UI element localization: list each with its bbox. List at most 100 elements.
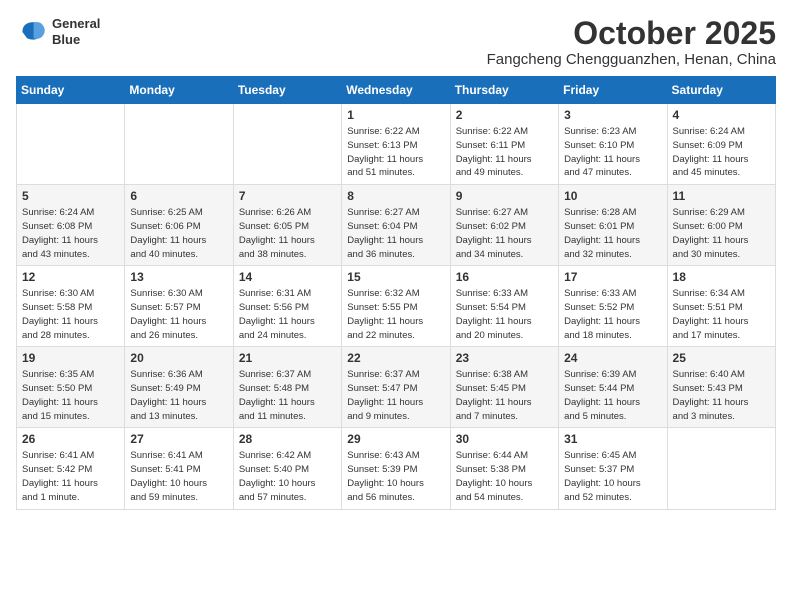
calendar-table: SundayMondayTuesdayWednesdayThursdayFrid…	[16, 76, 776, 509]
location-title: Fangcheng Chengguanzhen, Henan, China	[487, 51, 776, 68]
day-number: 15	[347, 270, 444, 284]
day-number: 17	[564, 270, 661, 284]
calendar-day-cell: 25Sunrise: 6:40 AMSunset: 5:43 PMDayligh…	[667, 347, 775, 428]
calendar-day-cell	[17, 104, 125, 185]
page-header: General Blue October 2025 Fangcheng Chen…	[16, 16, 776, 68]
day-number: 26	[22, 432, 119, 446]
day-number: 11	[673, 189, 770, 203]
calendar-week-row: 26 Sunrise: 6:41 AMSunset: 5:42 PMDayligh…	[17, 428, 776, 509]
day-number: 2	[456, 108, 553, 122]
calendar-week-row: 1Sunrise: 6:22 AMSunset: 6:13 PMDaylight…	[17, 104, 776, 185]
day-info: Sunrise: 6:31 AMSunset: 5:56 PMDaylight:…	[239, 287, 336, 342]
day-info: Sunrise: 6:35 AMSunset: 5:50 PMDaylight:…	[22, 368, 119, 423]
day-info: Sunrise: 6:34 AMSunset: 5:51 PMDaylight:…	[673, 287, 770, 342]
day-number: 20	[130, 351, 227, 365]
calendar-day-cell: 26 Sunrise: 6:41 AMSunset: 5:42 PMDayligh…	[17, 428, 125, 509]
day-number: 28	[239, 432, 336, 446]
calendar-day-cell: 10 Sunrise: 6:28 AMSunset: 6:01 PMDayligh…	[559, 185, 667, 266]
calendar-day-cell: 21 Sunrise: 6:37 AMSunset: 5:48 PMDayligh…	[233, 347, 341, 428]
day-info: Sunrise: 6:38 AMSunset: 5:45 PMDaylight:…	[456, 368, 553, 423]
day-number: 30	[456, 432, 553, 446]
day-info: Sunrise: 6:37 AMSunset: 5:48 PMDaylight:…	[239, 368, 336, 423]
calendar-day-cell: 6 Sunrise: 6:25 AMSunset: 6:06 PMDaylight…	[125, 185, 233, 266]
day-info: Sunrise: 6:39 AMSunset: 5:44 PMDaylight:…	[564, 368, 661, 423]
day-number: 29	[347, 432, 444, 446]
day-number: 4	[673, 108, 770, 122]
calendar-day-cell: 8Sunrise: 6:27 AMSunset: 6:04 PMDaylight…	[342, 185, 450, 266]
calendar-day-cell: 29 Sunrise: 6:43 AMSunset: 5:39 PMDayligh…	[342, 428, 450, 509]
day-number: 21	[239, 351, 336, 365]
weekday-header-cell: Monday	[125, 77, 233, 104]
calendar-day-cell	[233, 104, 341, 185]
calendar-day-cell: 7 Sunrise: 6:26 AMSunset: 6:05 PMDaylight…	[233, 185, 341, 266]
calendar-day-cell: 4 Sunrise: 6:24 AMSunset: 6:09 PMDaylight…	[667, 104, 775, 185]
day-info: Sunrise: 6:27 AMSunset: 6:02 PMDaylight:…	[456, 206, 553, 261]
weekday-header-cell: Friday	[559, 77, 667, 104]
calendar-week-row: 12 Sunrise: 6:30 AMSunset: 5:58 PMDayligh…	[17, 266, 776, 347]
calendar-day-cell: 28 Sunrise: 6:42 AMSunset: 5:40 PMDayligh…	[233, 428, 341, 509]
day-number: 14	[239, 270, 336, 284]
day-info: Sunrise: 6:25 AMSunset: 6:06 PMDaylight:…	[130, 206, 227, 261]
day-number: 5	[22, 189, 119, 203]
day-number: 6	[130, 189, 227, 203]
month-title: October 2025	[487, 16, 776, 51]
logo-text: General Blue	[52, 16, 100, 47]
day-number: 10	[564, 189, 661, 203]
day-info: Sunrise: 6:22 AMSunset: 6:13 PMDaylight:…	[347, 125, 444, 180]
day-info: Sunrise: 6:33 AMSunset: 5:54 PMDaylight:…	[456, 287, 553, 342]
calendar-day-cell: 20 Sunrise: 6:36 AMSunset: 5:49 PMDayligh…	[125, 347, 233, 428]
day-info: Sunrise: 6:37 AMSunset: 5:47 PMDaylight:…	[347, 368, 444, 423]
day-number: 27	[130, 432, 227, 446]
calendar-day-cell: 18Sunrise: 6:34 AMSunset: 5:51 PMDayligh…	[667, 266, 775, 347]
calendar-week-row: 5 Sunrise: 6:24 AMSunset: 6:08 PMDaylight…	[17, 185, 776, 266]
day-info: Sunrise: 6:28 AMSunset: 6:01 PMDaylight:…	[564, 206, 661, 261]
day-number: 31	[564, 432, 661, 446]
day-number: 16	[456, 270, 553, 284]
day-info: Sunrise: 6:33 AMSunset: 5:52 PMDaylight:…	[564, 287, 661, 342]
weekday-header-cell: Saturday	[667, 77, 775, 104]
day-number: 9	[456, 189, 553, 203]
calendar-day-cell: 5 Sunrise: 6:24 AMSunset: 6:08 PMDaylight…	[17, 185, 125, 266]
day-number: 13	[130, 270, 227, 284]
calendar-day-cell: 9 Sunrise: 6:27 AMSunset: 6:02 PMDaylight…	[450, 185, 558, 266]
day-info: Sunrise: 6:24 AMSunset: 6:09 PMDaylight:…	[673, 125, 770, 180]
calendar-week-row: 19Sunrise: 6:35 AMSunset: 5:50 PMDayligh…	[17, 347, 776, 428]
title-block: October 2025 Fangcheng Chengguanzhen, He…	[487, 16, 776, 68]
day-info: Sunrise: 6:30 AMSunset: 5:58 PMDaylight:…	[22, 287, 119, 342]
day-info: Sunrise: 6:41 AMSunset: 5:41 PMDaylight:…	[130, 449, 227, 504]
day-number: 8	[347, 189, 444, 203]
day-info: Sunrise: 6:23 AMSunset: 6:10 PMDaylight:…	[564, 125, 661, 180]
day-info: Sunrise: 6:36 AMSunset: 5:49 PMDaylight:…	[130, 368, 227, 423]
weekday-header-cell: Wednesday	[342, 77, 450, 104]
day-info: Sunrise: 6:32 AMSunset: 5:55 PMDaylight:…	[347, 287, 444, 342]
calendar-day-cell	[125, 104, 233, 185]
calendar-day-cell: 15 Sunrise: 6:32 AMSunset: 5:55 PMDayligh…	[342, 266, 450, 347]
calendar-day-cell: 30 Sunrise: 6:44 AMSunset: 5:38 PMDayligh…	[450, 428, 558, 509]
day-number: 24	[564, 351, 661, 365]
day-info: Sunrise: 6:44 AMSunset: 5:38 PMDaylight:…	[456, 449, 553, 504]
calendar-day-cell: 2 Sunrise: 6:22 AMSunset: 6:11 PMDaylight…	[450, 104, 558, 185]
calendar-day-cell: 11Sunrise: 6:29 AMSunset: 6:00 PMDayligh…	[667, 185, 775, 266]
weekday-header-cell: Sunday	[17, 77, 125, 104]
calendar-day-cell: 12 Sunrise: 6:30 AMSunset: 5:58 PMDayligh…	[17, 266, 125, 347]
weekday-header-cell: Tuesday	[233, 77, 341, 104]
day-info: Sunrise: 6:42 AMSunset: 5:40 PMDaylight:…	[239, 449, 336, 504]
calendar-day-cell: 24 Sunrise: 6:39 AMSunset: 5:44 PMDayligh…	[559, 347, 667, 428]
calendar-day-cell: 1Sunrise: 6:22 AMSunset: 6:13 PMDaylight…	[342, 104, 450, 185]
logo: General Blue	[16, 16, 100, 48]
day-info: Sunrise: 6:45 AMSunset: 5:37 PMDaylight:…	[564, 449, 661, 504]
logo-icon	[16, 16, 48, 48]
calendar-day-cell: 16 Sunrise: 6:33 AMSunset: 5:54 PMDayligh…	[450, 266, 558, 347]
calendar-day-cell: 13 Sunrise: 6:30 AMSunset: 5:57 PMDayligh…	[125, 266, 233, 347]
day-info: Sunrise: 6:41 AMSunset: 5:42 PMDaylight:…	[22, 449, 119, 504]
day-info: Sunrise: 6:43 AMSunset: 5:39 PMDaylight:…	[347, 449, 444, 504]
day-number: 12	[22, 270, 119, 284]
day-number: 23	[456, 351, 553, 365]
day-info: Sunrise: 6:30 AMSunset: 5:57 PMDaylight:…	[130, 287, 227, 342]
day-info: Sunrise: 6:26 AMSunset: 6:05 PMDaylight:…	[239, 206, 336, 261]
day-number: 7	[239, 189, 336, 203]
day-info: Sunrise: 6:22 AMSunset: 6:11 PMDaylight:…	[456, 125, 553, 180]
calendar-day-cell: 23 Sunrise: 6:38 AMSunset: 5:45 PMDayligh…	[450, 347, 558, 428]
day-info: Sunrise: 6:24 AMSunset: 6:08 PMDaylight:…	[22, 206, 119, 261]
day-info: Sunrise: 6:40 AMSunset: 5:43 PMDaylight:…	[673, 368, 770, 423]
